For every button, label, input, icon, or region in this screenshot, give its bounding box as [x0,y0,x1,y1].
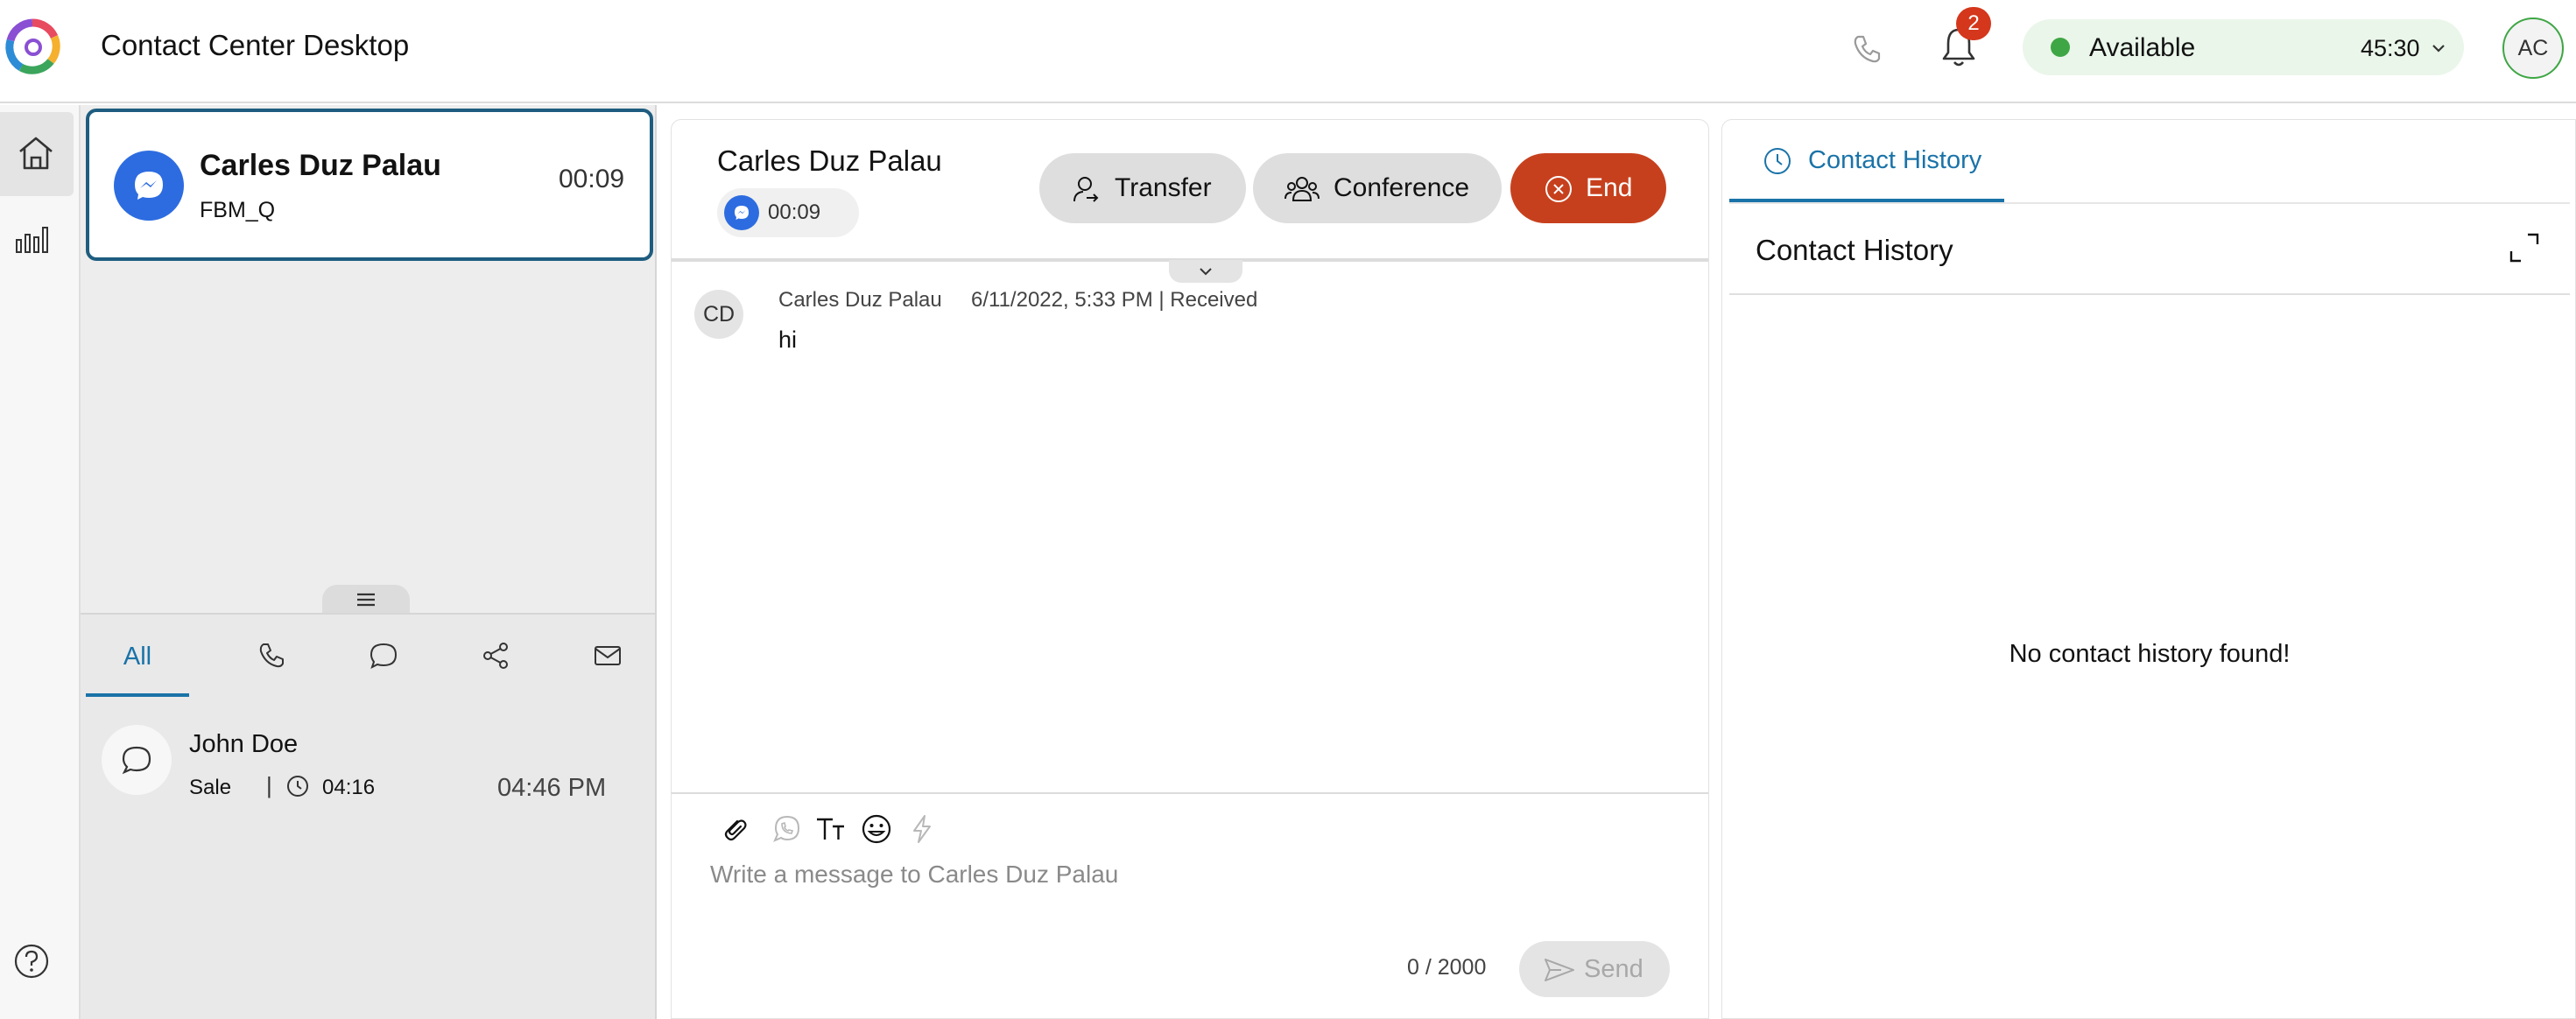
active-task-timer: 00:09 [559,165,625,193]
empty-state-message: No contact history found! [2009,640,2291,668]
history-list-item[interactable]: John Doe Sale | 04:16 04:46 PM [81,718,655,814]
top-header: Contact Center Desktop 2 Available 45:30… [0,0,2576,103]
history-contact-name: John Doe [189,730,299,758]
messenger-channel-badge [724,195,759,230]
phone-icon[interactable] [1849,32,1884,67]
app-title: Contact Center Desktop [101,29,410,61]
history-separator: | [266,772,272,798]
messenger-icon [735,206,749,220]
title-divider [1729,293,2570,295]
chat-icon [122,746,151,775]
task-list-panel: Carles Duz Palau FBM_Q 00:09 All John Do… [81,105,657,1019]
contact-history-tab-label: Contact History [1808,146,1982,174]
clock-icon [1764,148,1791,174]
chat-customer-name: Carles Duz Palau [717,144,942,177]
filter-tab-chat[interactable] [331,632,436,679]
tab-divider [1729,202,2570,204]
interaction-history-list: All John Doe Sale | 04:16 04:46 PM [81,613,655,1019]
transfer-button[interactable]: Transfer [1039,153,1246,223]
message-avatar: CD [694,290,743,339]
message-input[interactable] [710,855,1673,894]
drag-handle-icon [357,593,375,607]
webex-logo [5,18,60,74]
contact-history-panel: Contact History Contact History No conta… [1721,119,2576,1019]
conference-label: Conference [1334,173,1470,202]
send-button[interactable]: Send [1519,941,1670,997]
transfer-icon [1073,177,1099,202]
filter-tab-social[interactable] [443,632,548,679]
active-task-customer-name: Carles Duz Palau [200,149,441,182]
channel-filter-tabs: All [81,615,655,699]
history-contact-type: Sale [189,776,232,799]
chevron-down-icon [1200,268,1212,276]
end-label: End [1586,173,1633,202]
agent-state-selector[interactable]: Available 45:30 [2023,19,2464,75]
help-icon[interactable] [12,942,51,980]
close-circle-icon [1545,176,1572,202]
message-meta: 6/11/2022, 5:33 PM | Received [971,288,1258,312]
emoji-icon[interactable] [859,812,894,847]
state-timer: 45:30 [2361,35,2420,61]
filter-tab-email[interactable] [555,632,660,679]
chat-timer-chip: 00:09 [717,188,859,237]
nav-rail [0,105,81,1019]
user-avatar[interactable]: AC [2502,18,2564,79]
phone-icon [259,643,284,668]
clock-icon [287,776,308,797]
composer-divider [672,792,1708,794]
end-button[interactable]: End [1510,153,1666,223]
send-label: Send [1584,955,1643,983]
history-time: 04:46 PM [497,774,607,802]
chat-panel: Carles Duz Palau 00:09 Transfer Conferen… [671,119,1709,1019]
messenger-channel-badge [114,151,184,221]
transfer-label: Transfer [1115,173,1212,202]
home-icon [19,137,53,170]
active-task-queue: FBM_Q [200,198,276,222]
notification-badge: 2 [1956,7,1991,40]
conference-icon [1284,177,1320,201]
contact-history-title: Contact History [1756,234,1953,266]
tab-contact-history[interactable]: Contact History [1729,120,2004,202]
chevron-down-icon [2432,45,2445,53]
message-text: hi [778,327,798,353]
active-task-card[interactable]: Carles Duz Palau FBM_Q 00:09 [86,109,653,261]
whatsapp-icon[interactable] [770,812,805,847]
analytics-icon[interactable] [12,219,51,257]
chat-icon [370,643,398,669]
expand-icon[interactable] [2509,232,2540,264]
email-icon [595,646,621,665]
send-icon [1545,959,1574,981]
text-format-icon[interactable] [813,812,848,847]
attachment-icon[interactable] [717,812,752,847]
messenger-icon [135,172,163,200]
available-status-dot [2051,38,2070,57]
conference-button[interactable]: Conference [1253,153,1502,223]
chat-timer: 00:09 [768,200,821,224]
filter-tab-all[interactable]: All [86,615,189,697]
collapse-header-button[interactable] [1169,260,1242,283]
message-sender: Carles Duz Palau [778,288,942,312]
quick-reply-icon[interactable] [904,812,940,847]
history-duration: 04:16 [322,776,376,799]
character-count: 0 / 2000 [1407,955,1487,980]
nav-home-button[interactable] [0,112,74,196]
panel-resize-handle[interactable] [322,585,410,615]
history-channel-badge [102,725,172,795]
share-icon [483,643,508,669]
agent-state-label: Available [2089,33,2196,62]
filter-tab-voice[interactable] [219,632,324,679]
